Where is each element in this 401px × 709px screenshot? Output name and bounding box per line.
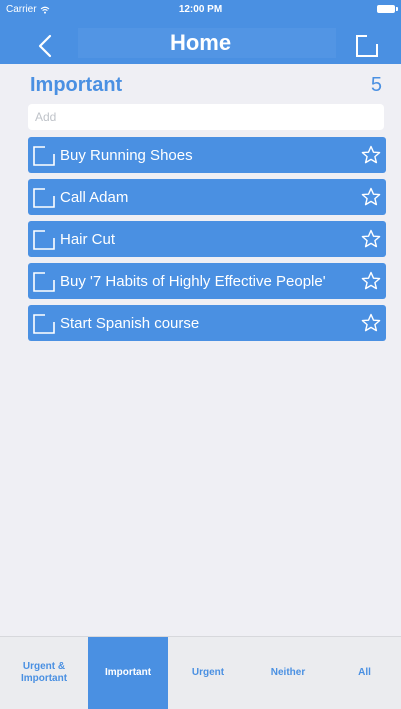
task-item[interactable]: Call Adam: [28, 179, 386, 215]
checkbox[interactable]: [33, 230, 55, 250]
add-task-input[interactable]: [28, 104, 384, 130]
task-label: Buy Running Shoes: [60, 147, 193, 164]
checkbox[interactable]: [33, 314, 55, 334]
navigation-bar: Home: [0, 20, 401, 64]
page-title: Home: [169, 30, 232, 55]
star-button[interactable]: [361, 313, 381, 333]
checkbox[interactable]: [33, 188, 55, 208]
star-icon: [361, 145, 381, 164]
compose-button[interactable]: [355, 34, 379, 58]
section-title: Important: [30, 74, 123, 96]
checkbox[interactable]: [33, 272, 55, 292]
tab-urgent-important[interactable]: Urgent & Important: [0, 637, 88, 709]
checkbox-icon: [33, 272, 55, 292]
star-icon: [361, 229, 381, 248]
status-time: 12:00 PM: [178, 4, 223, 15]
task-label: Call Adam: [60, 189, 129, 206]
star-icon: [361, 187, 381, 206]
tab-urgent[interactable]: Urgent: [168, 637, 248, 709]
compose-icon: [356, 35, 378, 57]
tab-label: Neither: [270, 667, 306, 678]
tab-label: All: [358, 667, 371, 678]
checkbox-icon: [33, 188, 55, 208]
tab-all[interactable]: All: [328, 637, 401, 709]
task-item[interactable]: Buy '7 Habits of Highly Effective People…: [28, 263, 386, 299]
star-button[interactable]: [361, 229, 381, 249]
tab-neither[interactable]: Neither: [248, 637, 328, 709]
checkbox[interactable]: [33, 146, 55, 166]
task-label: Start Spanish course: [60, 315, 200, 332]
tab-bar: Urgent & Important Important Urgent Neither…: [0, 636, 401, 709]
star-icon: [361, 271, 381, 290]
section-header: Important 5: [30, 72, 382, 102]
checkbox-icon: [33, 314, 55, 334]
task-label: Hair Cut: [60, 231, 116, 248]
back-button[interactable]: [32, 32, 60, 60]
top-bar: Carrier 12:00 PM Home: [0, 0, 401, 64]
tab-label: Urgent & Important: [20, 661, 68, 684]
checkbox-icon: [33, 146, 55, 166]
task-count: 5: [370, 74, 382, 96]
task-item[interactable]: Hair Cut: [28, 221, 386, 257]
battery-icon: [377, 5, 398, 13]
star-button[interactable]: [361, 145, 381, 165]
checkbox-icon: [33, 230, 55, 250]
task-list: Buy Running Shoes Call Adam Hair Cut Buy…: [28, 137, 386, 347]
star-icon: [361, 313, 381, 332]
task-label: Buy '7 Habits of Highly Effective People…: [60, 273, 326, 290]
tab-important[interactable]: Important: [88, 637, 168, 709]
tab-label: Important: [104, 667, 152, 678]
chevron-left-icon: [38, 34, 52, 58]
star-button[interactable]: [361, 271, 381, 291]
status-bar: Carrier 12:00 PM: [0, 0, 401, 20]
tab-label: Urgent: [191, 667, 225, 678]
task-item[interactable]: Buy Running Shoes: [28, 137, 386, 173]
task-item[interactable]: Start Spanish course: [28, 305, 386, 341]
star-button[interactable]: [361, 187, 381, 207]
